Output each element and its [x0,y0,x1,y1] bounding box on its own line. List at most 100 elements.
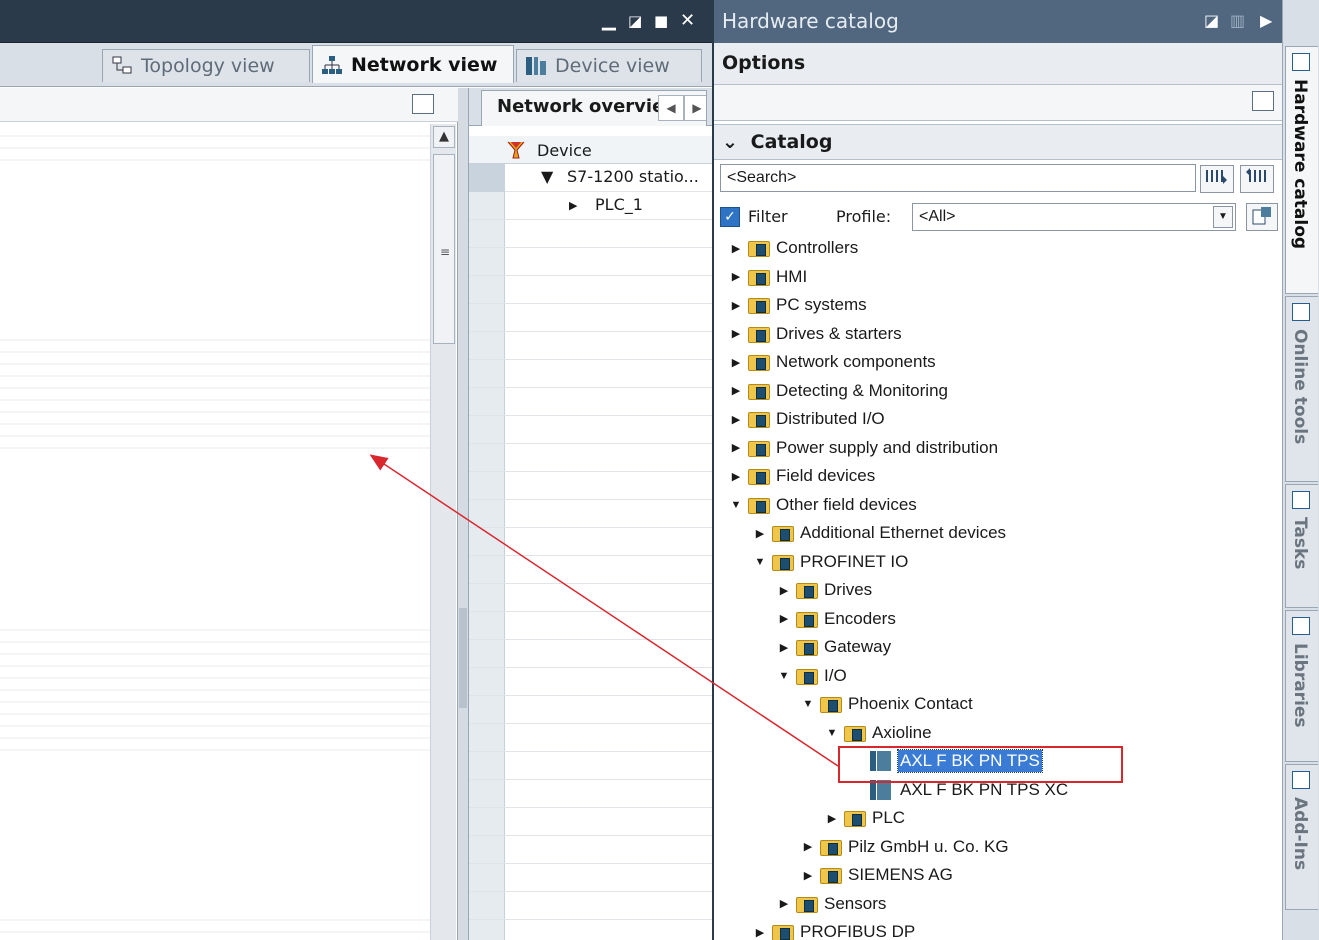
maximize-icon[interactable]: ■ [654,12,668,30]
catalog-section-header[interactable]: ⌄ Catalog [714,124,1284,160]
side-tab-hardware-catalog[interactable]: Hardware catalog [1285,46,1318,294]
caret-right-icon[interactable]: ▶ [728,356,744,369]
options-section-header[interactable]: Options [714,43,1284,85]
side-tab-label: Libraries [1290,643,1310,728]
network-canvas[interactable]: ▲ ≡ [0,88,458,940]
table-row[interactable]: ▶ PLC_1 [469,192,713,220]
split-icon[interactable]: ▥ [1230,11,1245,30]
tab-topology-view[interactable]: Topology view [102,49,310,82]
tree-node[interactable]: ▶ Detecting & Monitoring [728,377,950,405]
tree-node[interactable]: ▼ Axioline [824,719,934,747]
catalog-search-input[interactable]: <Search> [720,164,1196,192]
caret-right-icon[interactable]: ▶ [752,527,768,540]
tree-node[interactable]: ▶ PLC [824,804,907,832]
row-select-cell[interactable] [469,164,505,192]
chevron-down-icon[interactable]: ▼ [1213,206,1233,228]
caret-right-icon[interactable]: ▶ [728,470,744,483]
side-tab-tasks[interactable]: Tasks [1285,484,1318,608]
caret-down-icon[interactable]: ▼ [824,727,840,739]
profile-settings-button[interactable] [1246,203,1278,231]
editor-area: ▁ ◪ ■ ✕ Topology view Network view Devic… [0,0,713,940]
tree-node[interactable]: ▶ Encoders [776,605,898,633]
tree-node[interactable]: ▶ Additional Ethernet devices [752,519,1008,547]
tree-node[interactable]: ▶ Gateway [776,633,893,661]
options-view-icon[interactable] [1252,91,1274,111]
caret-right-icon[interactable]: ▶ [776,641,792,654]
caret-right-icon[interactable]: ▶ [728,242,744,255]
table-header: Device [469,136,713,164]
row-expander-icon[interactable]: ▼ [541,167,553,186]
tree-node[interactable]: ▶ HMI [728,263,809,291]
row-label: S7-1200 statio... [567,167,699,186]
tab-network-view[interactable]: Network view [312,45,514,83]
caret-right-icon[interactable]: ▶ [728,413,744,426]
caret-right-icon[interactable]: ▶ [776,612,792,625]
filter-row: ✓ Filter Profile: <All> ▼ [720,203,1278,233]
tree-node[interactable]: ▶ Pilz GmbH u. Co. KG [800,833,1011,861]
tree-node[interactable]: ▶ SIEMENS AG [800,861,955,889]
annotation-highlight-box [838,746,1123,783]
tab-label: Network overview [497,96,681,117]
table-row[interactable]: ▼ S7-1200 statio... [469,164,713,192]
caret-down-icon[interactable]: ▼ [752,556,768,568]
tree-node[interactable]: ▶ Drives [776,576,874,604]
caret-right-icon[interactable]: ▶ [728,270,744,283]
tab-device-view[interactable]: Device view [516,49,702,82]
side-tab-online-tools[interactable]: Online tools [1285,296,1318,482]
filter-checkbox[interactable]: ✓ [720,207,740,227]
caret-right-icon[interactable]: ▶ [728,384,744,397]
folder-icon [820,838,842,856]
tree-node[interactable]: ▼ I/O [776,662,849,690]
scroll-up-icon[interactable]: ▲ [433,126,455,148]
float-window-icon[interactable]: ◪ [1204,11,1219,30]
minimize-icon[interactable]: ▁ [602,10,616,31]
caret-down-icon[interactable]: ▼ [800,698,816,710]
tab-network-overview[interactable]: Network overview ◀ ▶ [481,90,707,126]
tab-scroll-right-icon[interactable]: ▶ [684,95,706,121]
tree-node[interactable]: ▶ PROFIBUS DP [752,918,917,940]
tree-node[interactable]: ▼ Other field devices [728,491,919,519]
caret-down-icon[interactable]: ▼ [776,670,792,682]
side-tab-libraries[interactable]: Libraries [1285,610,1318,762]
caret-right-icon[interactable]: ▶ [728,327,744,340]
float-window-icon[interactable]: ◪ [628,12,642,30]
tab-scroll-left-icon[interactable]: ◀ [658,95,684,121]
search-up-button[interactable] [1240,165,1274,193]
profile-select[interactable]: <All> ▼ [912,203,1236,231]
folder-icon [796,610,818,628]
tree-node[interactable]: ▶ Sensors [776,890,888,918]
tab-label: Device view [555,55,670,77]
canvas-settings-icon[interactable] [412,94,434,114]
close-icon[interactable]: ✕ [680,10,695,31]
caret-right-icon[interactable]: ▶ [728,299,744,312]
caret-right-icon[interactable]: ▶ [800,869,816,882]
caret-right-icon[interactable]: ▶ [776,584,792,597]
collapse-left-icon[interactable] [459,608,467,658]
caret-right-icon[interactable]: ▶ [824,812,840,825]
collapse-panel-icon[interactable]: ▶ [1260,11,1272,30]
collapse-right-icon[interactable] [459,658,467,708]
tree-node[interactable]: ▶ Power supply and distribution [728,434,1000,462]
canvas-vertical-scrollbar[interactable]: ▲ ≡ [430,124,456,940]
tree-node[interactable]: ▶ Controllers [728,234,860,262]
tree-node[interactable]: ▼ Phoenix Contact [800,690,975,718]
view-tabs: Topology view Network view Device view [0,43,712,87]
caret-right-icon[interactable]: ▶ [752,926,768,939]
column-header-device[interactable]: Device [537,141,592,160]
row-expander-icon[interactable]: ▶ [569,199,577,212]
tree-node[interactable]: ▼ PROFINET IO [752,548,910,576]
tree-node[interactable]: ▶ PC systems [728,291,869,319]
scrollbar-thumb[interactable]: ≡ [433,154,455,344]
caret-right-icon[interactable]: ▶ [800,840,816,853]
profile-value: <All> [919,208,956,225]
side-tab-add-ins[interactable]: Add-Ins [1285,764,1318,910]
tree-node[interactable]: ▶ Network components [728,348,938,376]
tree-node[interactable]: ▶ Drives & starters [728,320,904,348]
panel-splitter[interactable] [458,88,468,940]
caret-down-icon[interactable]: ▼ [728,499,744,511]
caret-right-icon[interactable]: ▶ [728,441,744,454]
tree-node[interactable]: ▶ Field devices [728,462,877,490]
tree-node[interactable]: ▶ Distributed I/O [728,405,887,433]
caret-right-icon[interactable]: ▶ [776,897,792,910]
search-down-button[interactable] [1200,165,1234,193]
